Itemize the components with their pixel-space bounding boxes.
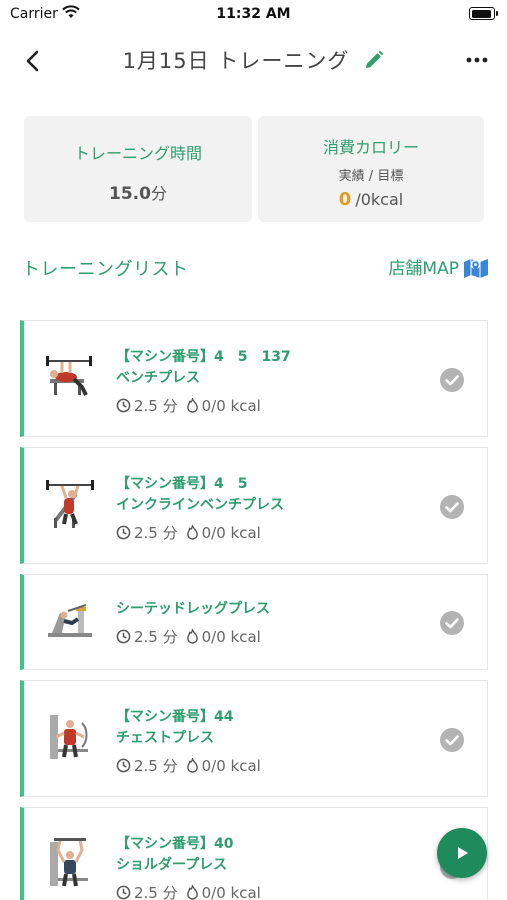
machine-number: 【マシン番号】44 xyxy=(116,709,234,725)
exercise-kcal: 0/0 kcal xyxy=(201,627,261,646)
exercise-meta: 2.5 分 0/0 kcal xyxy=(116,395,426,416)
calorie-card: 消費カロリー 実績 / 目標 0/0kcal xyxy=(258,116,484,222)
flame-icon xyxy=(186,525,198,540)
status-bar: Carrier 11:32 AM xyxy=(0,0,507,30)
machine-number: 【マシン番号】4 5 137 xyxy=(116,349,291,365)
check-circle-icon[interactable] xyxy=(439,494,465,520)
training-list-title: トレーニングリスト xyxy=(22,259,189,280)
shoulder-press-illustration xyxy=(50,838,88,887)
start-training-button[interactable] xyxy=(437,828,487,878)
seated-leg-press-illustration xyxy=(48,604,92,637)
clock-icon xyxy=(116,885,131,900)
exercise-kcal: 0/0 kcal xyxy=(201,523,261,542)
exercise-name: シーテッドレッグプレス xyxy=(116,601,270,617)
exercise-item[interactable]: 【マシン番号】44 チェストプレス 2.5 分 0/0 kcal xyxy=(20,680,488,797)
exercise-name: チェストプレス xyxy=(116,730,214,746)
exercise-name: インクラインベンチプレス xyxy=(116,497,284,513)
calorie-value: 0/0kcal xyxy=(338,189,404,210)
training-time-label: トレーニング時間 xyxy=(73,144,202,163)
exercise-item[interactable]: シーテッドレッグプレス 2.5 分 0/0 kcal xyxy=(20,574,488,670)
clock-icon xyxy=(116,525,131,540)
exercise-name: ショルダープレス xyxy=(116,857,228,873)
flame-icon xyxy=(186,629,198,644)
chest-press-illustration xyxy=(50,715,88,759)
exercise-time: 2.5 分 xyxy=(134,524,178,542)
exercise-item[interactable]: 【マシン番号】4 5 137 ベンチプレス 2.5 分 0/0 kcal xyxy=(20,320,488,437)
exercise-kcal: 0/0 kcal xyxy=(201,883,261,900)
battery-icon xyxy=(469,7,498,20)
check-circle-icon[interactable] xyxy=(439,610,465,636)
play-icon xyxy=(458,847,468,859)
exercise-item[interactable]: 【マシン番号】40 ショルダープレス 2.5 分 0/0 kcal xyxy=(20,807,488,900)
exercise-kcal: 0/0 kcal xyxy=(201,396,261,415)
exercise-item[interactable]: 【マシン番号】4 5 インクラインベンチプレス 2.5 分 0/0 kcal xyxy=(20,447,488,564)
exercise-meta: 2.5 分 0/0 kcal xyxy=(116,755,426,776)
clock-icon xyxy=(116,629,131,644)
exercise-kcal: 0/0 kcal xyxy=(201,756,261,775)
machine-number: 【マシン番号】4 5 xyxy=(116,476,248,492)
calorie-label: 消費カロリー xyxy=(322,138,419,157)
exercise-meta: 2.5 分 0/0 kcal xyxy=(116,626,426,647)
check-circle-icon[interactable] xyxy=(439,367,465,393)
training-time-card: トレーニング時間 15.0分 xyxy=(24,116,252,222)
exercise-time: 2.5 分 xyxy=(134,884,178,900)
calorie-sublabel: 実績 / 目標 xyxy=(338,169,404,184)
ellipsis-icon[interactable] xyxy=(465,48,489,72)
flame-icon xyxy=(186,885,198,900)
flame-icon xyxy=(186,398,198,413)
exercise-time: 2.5 分 xyxy=(134,628,178,646)
exercise-meta: 2.5 分 0/0 kcal xyxy=(116,882,426,900)
exercise-meta: 2.5 分 0/0 kcal xyxy=(116,522,426,543)
machine-number: 【マシン番号】40 xyxy=(116,836,234,852)
exercise-name: ベンチプレス xyxy=(116,370,200,386)
exercise-time: 2.5 分 xyxy=(134,397,178,415)
nav-bar: 1月15日 トレーニング xyxy=(0,36,507,84)
clock-icon xyxy=(116,758,131,773)
page-title: 1月15日 トレーニング xyxy=(122,49,350,73)
pencil-icon[interactable] xyxy=(364,50,384,70)
incline-bench-press-illustration xyxy=(46,480,94,528)
check-circle-icon[interactable] xyxy=(439,727,465,753)
status-time: 11:32 AM xyxy=(216,6,291,22)
training-time-value: 15.0分 xyxy=(109,184,167,204)
bench-press-illustration xyxy=(46,356,92,396)
clock-icon xyxy=(116,398,131,413)
store-map-label: 店舗MAP xyxy=(388,259,459,279)
store-map-link[interactable]: 店舗MAP xyxy=(388,254,489,279)
flame-icon xyxy=(186,758,198,773)
exercise-time: 2.5 分 xyxy=(134,757,178,775)
map-icon xyxy=(464,258,488,278)
